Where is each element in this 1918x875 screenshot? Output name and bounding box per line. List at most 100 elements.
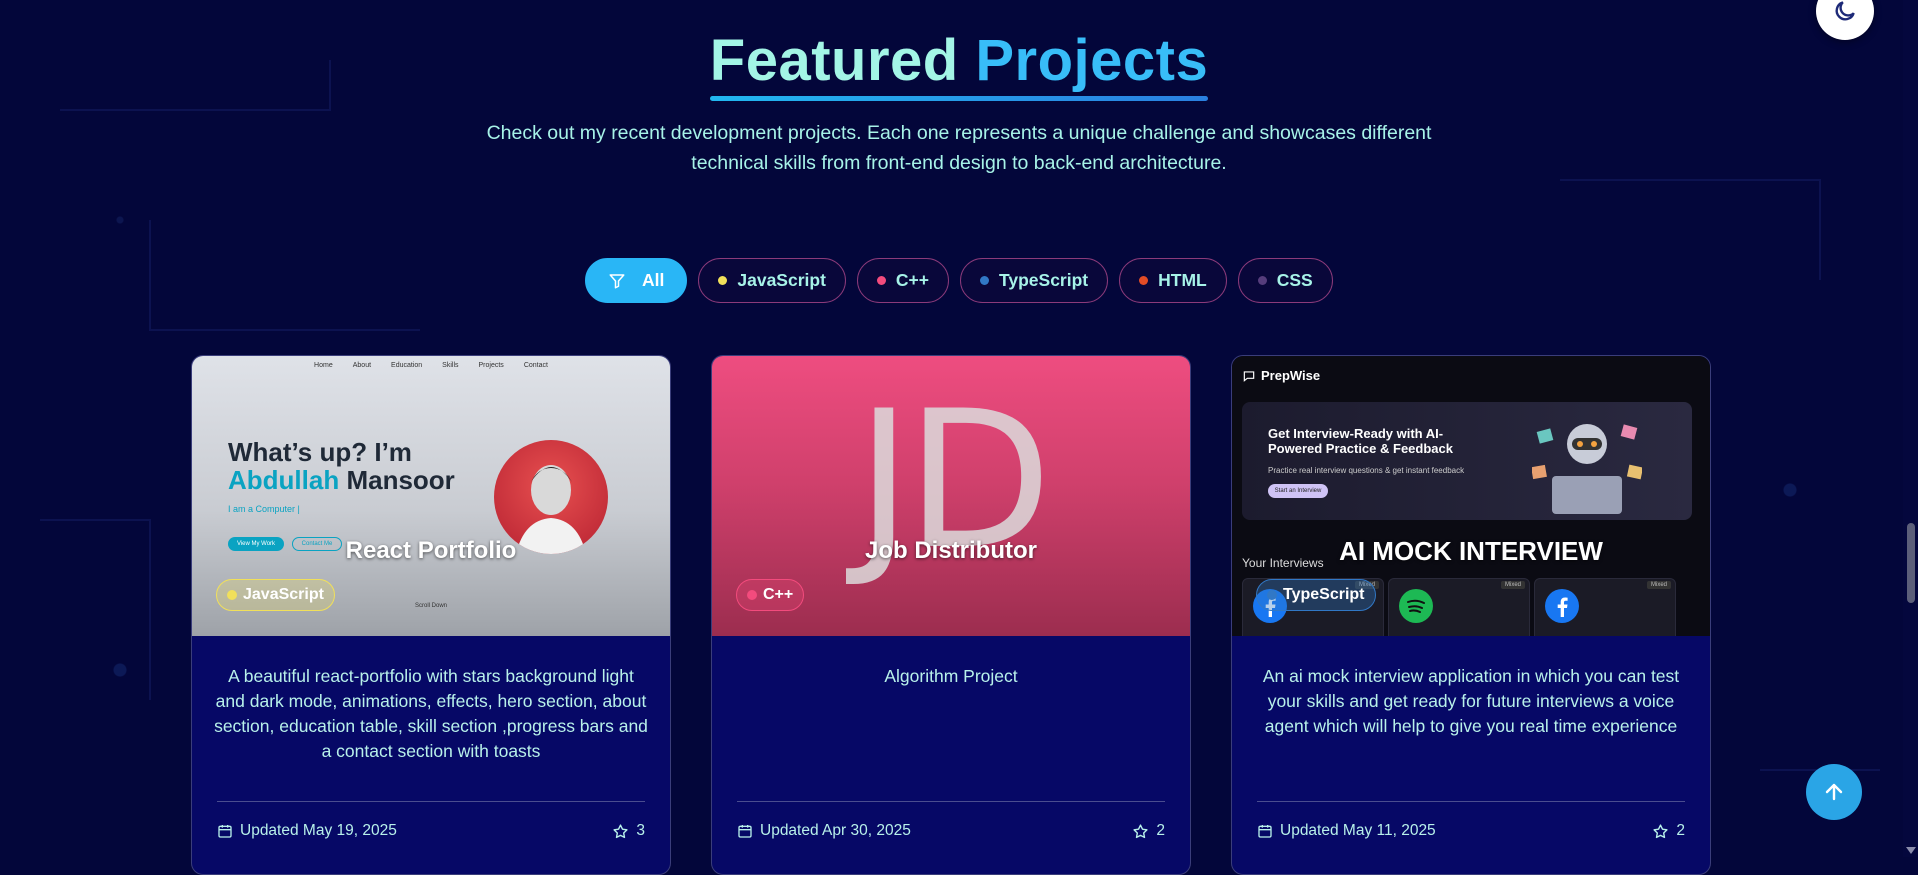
project-description: A beautiful react-portfolio with stars b…	[214, 666, 648, 761]
filter-css-button[interactable]: CSS	[1237, 258, 1333, 303]
language-badge: C++	[736, 579, 805, 611]
page-title: Featured Projects	[709, 26, 1209, 101]
updated-info: Updated Apr 30, 2025	[737, 822, 911, 840]
filter-cpp-label: C++	[895, 270, 929, 290]
facebook-logo-icon	[1545, 589, 1579, 623]
updated-date: Updated May 19, 2025	[240, 822, 397, 839]
card-meta: Updated May 11, 2025 2	[1257, 822, 1685, 840]
card-divider	[737, 801, 1165, 802]
scroll-down-arrow-icon[interactable]	[1906, 847, 1916, 854]
project-description: Algorithm Project	[884, 666, 1018, 686]
project-description: An ai mock interview application in whic…	[1262, 666, 1680, 736]
project-card-ai-mock-interview[interactable]: PrepWise Get Interview-Ready with AI-Pow…	[1231, 355, 1711, 875]
preview-tile-tag: Mixed	[1646, 581, 1671, 589]
preview-hero-line1: What’s up? I’m	[228, 437, 412, 467]
arrow-up-icon	[1825, 783, 1843, 801]
language-badge-label: C++	[763, 586, 794, 603]
star-icon	[613, 823, 628, 838]
language-dot-icon	[1267, 590, 1277, 600]
project-title: React Portfolio	[345, 537, 517, 564]
project-card-job-distributor[interactable]: JD Job Distributor C++ Algorithm Project…	[711, 355, 1191, 875]
updated-info: Updated May 11, 2025	[1257, 822, 1436, 840]
preview-brand-name: PrepWise	[1261, 368, 1321, 383]
filter-css-label: CSS	[1276, 270, 1313, 290]
language-badge: TypeScript	[1256, 579, 1376, 611]
star-icon	[1133, 823, 1148, 838]
title-word-projects: Projects	[975, 28, 1209, 93]
star-icon	[1653, 823, 1668, 838]
chat-bubble-icon	[1243, 370, 1255, 382]
star-count[interactable]: 2	[1652, 822, 1685, 840]
preview-headline: Get Interview-Ready with AI-Powered Prac…	[1268, 426, 1453, 456]
updated-info: Updated May 19, 2025	[217, 822, 397, 840]
filter-all-label: All	[642, 270, 665, 290]
filter-typescript-button[interactable]: TypeScript	[959, 258, 1109, 303]
star-count[interactable]: 3	[612, 822, 645, 840]
calendar-icon	[738, 825, 752, 838]
updated-date: Updated Apr 30, 2025	[760, 822, 911, 839]
star-count-value: 2	[1676, 822, 1685, 839]
preview-nav-item: Contact	[523, 362, 548, 369]
filter-cpp-button[interactable]: C++	[856, 258, 949, 303]
updated-date: Updated May 11, 2025	[1280, 822, 1436, 839]
spotify-logo-icon	[1399, 589, 1433, 623]
preview-nav: Home About Education Skills Projects Con…	[192, 362, 670, 369]
star-count[interactable]: 2	[1132, 822, 1165, 840]
preview-hero-first: Abdullah	[228, 465, 340, 495]
scroll-to-top-button[interactable]	[1806, 764, 1862, 820]
title-underline	[709, 96, 1209, 101]
preview-subtext: Practice real interview questions & get …	[1268, 466, 1465, 475]
star-count-value: 3	[636, 822, 645, 839]
filter-all-button[interactable]: All	[585, 258, 688, 303]
section-heading: Featured Projects	[0, 26, 1918, 101]
project-title: AI MOCK INTERVIEW	[1339, 536, 1603, 566]
card-meta: Updated Apr 30, 2025 2	[737, 822, 1165, 840]
card-divider	[217, 801, 645, 802]
filter-javascript-label: JavaScript	[737, 270, 826, 290]
filter-icon	[609, 273, 625, 288]
preview-interview-tile: Mixed	[1534, 578, 1676, 636]
language-dot-icon	[1139, 276, 1149, 285]
filter-html-label: HTML	[1158, 270, 1207, 290]
page-scrollbar[interactable]	[1903, 0, 1918, 857]
language-dot-icon	[876, 276, 886, 285]
preview-nav-item: Home	[314, 362, 333, 369]
preview-hero-last: Mansoor	[346, 465, 455, 495]
language-badge-label: JavaScript	[243, 586, 324, 603]
preview-nav-item: Education	[391, 362, 423, 369]
scrollbar-thumb[interactable]	[1907, 523, 1915, 603]
language-dot-icon	[1257, 276, 1267, 285]
preview-nav-item: Projects	[478, 362, 504, 369]
filter-typescript-label: TypeScript	[998, 270, 1089, 290]
robot-icon	[1532, 424, 1642, 514]
preview-nav-item: Skills	[442, 362, 459, 369]
card-meta: Updated May 19, 2025 3	[217, 822, 645, 840]
preview-nav-item: About	[352, 362, 372, 369]
language-dot-icon	[747, 590, 757, 600]
moon-icon	[1835, 1, 1855, 21]
section-subtitle: Check out my recent development projects…	[459, 118, 1459, 178]
project-preview-image: Home About Education Skills Projects Con…	[192, 356, 670, 636]
calendar-icon	[218, 825, 232, 838]
language-dot-icon	[718, 276, 728, 285]
filter-javascript-button[interactable]: JavaScript	[698, 258, 846, 303]
project-preview-image: JD Job Distributor C++	[712, 356, 1190, 636]
project-title: Job Distributor	[865, 537, 1037, 564]
language-badge: JavaScript	[216, 579, 335, 611]
card-divider	[1257, 801, 1685, 802]
filter-html-button[interactable]: HTML	[1119, 258, 1227, 303]
calendar-icon	[1258, 825, 1272, 838]
language-dot-icon	[227, 590, 237, 600]
project-preview-image: PrepWise Get Interview-Ready with AI-Pow…	[1232, 356, 1710, 636]
preview-tagline: I am a Computer |	[228, 504, 300, 514]
star-count-value: 2	[1156, 822, 1165, 839]
preview-brand: PrepWise	[1242, 368, 1320, 383]
language-badge-label: TypeScript	[1283, 586, 1365, 603]
project-card-react-portfolio[interactable]: Home About Education Skills Projects Con…	[191, 355, 671, 875]
preview-hero-line2: Abdullah Mansoor	[228, 466, 455, 494]
preview-cta-button: Start an Interview	[1268, 484, 1328, 498]
subtitle-line-1: Check out my recent development projects…	[486, 122, 1432, 144]
preview-tile-tag: Mixed	[1500, 581, 1525, 589]
language-dot-icon	[979, 276, 989, 285]
subtitle-line-2: technical skills from front-end design t…	[691, 152, 1227, 174]
